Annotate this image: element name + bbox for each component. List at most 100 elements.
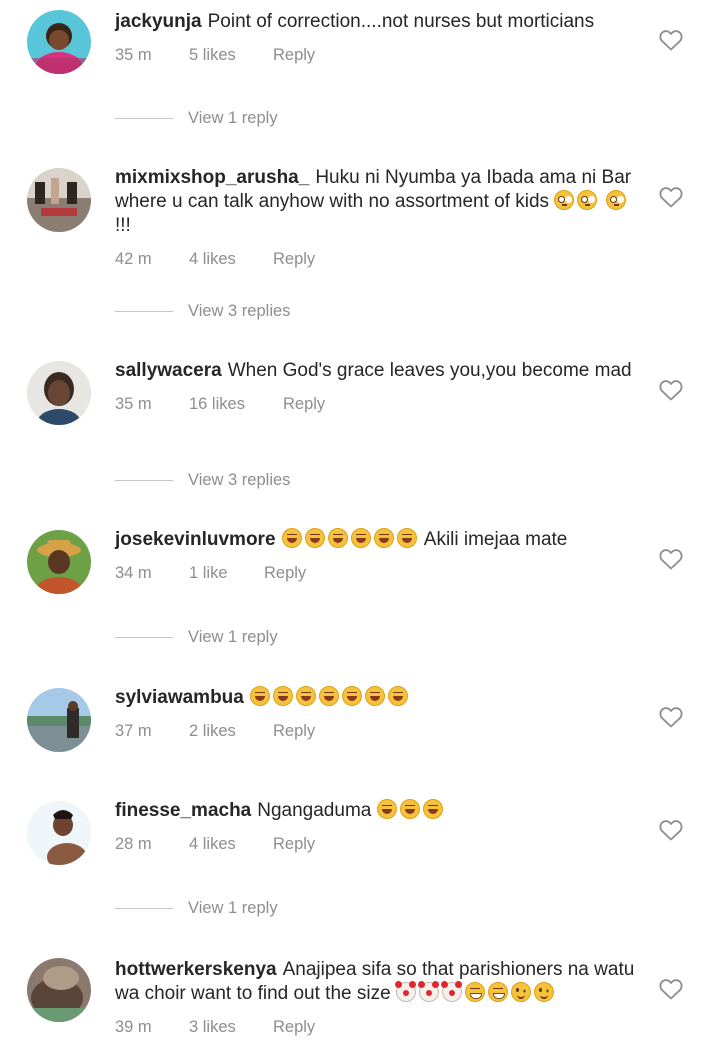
- timestamp: 35 m: [115, 46, 152, 64]
- likes-count[interactable]: 1 like: [189, 564, 264, 583]
- timestamp: 42 m: [115, 250, 152, 268]
- laughing-face-icon: [396, 528, 417, 548]
- comment-content: sylviawambua 37 m 2 likes Reply: [115, 686, 640, 741]
- comment-meta: 39 m 3 likes Reply: [115, 1018, 640, 1037]
- clown-face-icon: [440, 981, 462, 1002]
- divider-line: [115, 637, 173, 638]
- view-replies-button[interactable]: View 1 reply: [115, 109, 278, 128]
- comment-item: jackyunja Point of correction....not nurs…: [0, 6, 720, 136]
- reply-button[interactable]: Reply: [273, 835, 315, 854]
- laughing-face-icon: [304, 528, 325, 548]
- laughing-face-icon: [295, 686, 316, 706]
- grinning-face-icon: [487, 982, 508, 1002]
- timestamp: 34 m: [115, 564, 152, 582]
- reply-button[interactable]: Reply: [273, 250, 315, 269]
- reply-button[interactable]: Reply: [264, 564, 306, 583]
- view-replies-label: View 1 reply: [188, 899, 278, 917]
- reply-button[interactable]: Reply: [273, 722, 315, 741]
- timestamp: 28 m: [115, 835, 152, 853]
- comment-meta: 37 m 2 likes Reply: [115, 722, 640, 741]
- winking-face-icon: [510, 982, 531, 1002]
- timestamp: 39 m: [115, 1018, 152, 1036]
- emoji-suffix: !!!: [115, 215, 131, 236]
- comment-text: Ngangaduma: [257, 800, 372, 821]
- comment-text: Akili imejaa mate: [423, 529, 568, 550]
- heart-outline-icon[interactable]: [659, 978, 683, 1000]
- view-replies-button[interactable]: View 3 replies: [115, 471, 290, 490]
- heart-outline-icon[interactable]: [659, 819, 683, 841]
- comment-meta: 34 m 1 like Reply: [115, 564, 640, 583]
- comment-item: hottwerkerskenya Anajipea sifa so that pa…: [0, 954, 720, 1054]
- username[interactable]: jackyunja: [115, 11, 202, 32]
- comment-meta: 35 m 5 likes Reply: [115, 46, 640, 65]
- clown-face-icon: [394, 981, 416, 1002]
- avatar[interactable]: [27, 361, 91, 425]
- comment-content: jackyunja Point of correction....not nurs…: [115, 10, 640, 65]
- avatar[interactable]: [27, 801, 91, 865]
- likes-count[interactable]: 3 likes: [189, 1018, 273, 1037]
- view-replies-button[interactable]: View 1 reply: [115, 628, 278, 647]
- flushed-face-icon: [577, 190, 598, 210]
- view-replies-label: View 1 reply: [188, 109, 278, 127]
- view-replies-label: View 3 replies: [188, 302, 291, 320]
- heart-outline-icon[interactable]: [659, 548, 683, 570]
- laughing-face-icon: [318, 686, 339, 706]
- username[interactable]: mixmixshop_arusha_: [115, 167, 309, 188]
- laughing-face-icon: [373, 528, 394, 548]
- view-replies-button[interactable]: View 1 reply: [115, 899, 278, 918]
- view-replies-label: View 3 replies: [188, 471, 291, 489]
- reply-button[interactable]: Reply: [273, 1018, 315, 1037]
- flushed-face-icon: [554, 190, 575, 210]
- avatar[interactable]: [27, 688, 91, 752]
- likes-count[interactable]: 4 likes: [189, 250, 273, 269]
- heart-outline-icon[interactable]: [659, 706, 683, 728]
- username[interactable]: sallywacera: [115, 360, 222, 381]
- laughing-face-icon: [249, 686, 270, 706]
- laughing-face-icon: [364, 686, 385, 706]
- heart-outline-icon[interactable]: [659, 29, 683, 51]
- heart-outline-icon[interactable]: [659, 379, 683, 401]
- heart-outline-icon[interactable]: [659, 186, 683, 208]
- winking-face-icon: [533, 982, 554, 1002]
- divider-line: [115, 480, 173, 481]
- comment-text: When God's grace leaves you,you become m…: [227, 360, 632, 381]
- likes-count[interactable]: 2 likes: [189, 722, 273, 741]
- divider-line: [115, 311, 173, 312]
- comment-text: Point of correction....not nurses but mo…: [207, 11, 595, 32]
- laughing-face-icon: [327, 528, 348, 548]
- comment-meta: 28 m 4 likes Reply: [115, 835, 640, 854]
- laughing-face-icon: [399, 799, 420, 819]
- comment-item: mixmixshop_arusha_ Huku ni Nyumba ya Ibad…: [0, 162, 720, 332]
- view-replies-label: View 1 reply: [188, 628, 278, 646]
- likes-count[interactable]: 16 likes: [189, 395, 283, 414]
- likes-count[interactable]: 4 likes: [189, 835, 273, 854]
- flushed-face-icon: [605, 190, 626, 210]
- laughing-face-icon: [387, 686, 408, 706]
- comment-content: finesse_macha Ngangaduma 28 m 4 likes Rep…: [115, 799, 640, 854]
- laughing-face-icon: [341, 686, 362, 706]
- comment-content: mixmixshop_arusha_ Huku ni Nyumba ya Ibad…: [115, 166, 640, 269]
- clown-face-icon: [417, 981, 439, 1002]
- timestamp: 37 m: [115, 722, 152, 740]
- likes-count[interactable]: 5 likes: [189, 46, 273, 65]
- reply-button[interactable]: Reply: [273, 46, 315, 65]
- avatar[interactable]: [27, 168, 91, 232]
- laughing-face-icon: [281, 528, 302, 548]
- avatar[interactable]: [27, 10, 91, 74]
- username[interactable]: sylviawambua: [115, 687, 244, 708]
- reply-button[interactable]: Reply: [283, 395, 325, 414]
- username[interactable]: hottwerkerskenya: [115, 959, 277, 980]
- comment-content: hottwerkerskenya Anajipea sifa so that pa…: [115, 958, 640, 1037]
- comment-item: sylviawambua 37 m 2 likes Reply: [0, 682, 720, 772]
- laughing-face-icon: [422, 799, 443, 819]
- comment-meta: 35 m 16 likes Reply: [115, 395, 640, 414]
- timestamp: 35 m: [115, 395, 152, 413]
- comment-meta: 42 m 4 likes Reply: [115, 250, 640, 269]
- avatar[interactable]: [27, 530, 91, 594]
- view-replies-button[interactable]: View 3 replies: [115, 302, 290, 321]
- username[interactable]: josekevinluvmore: [115, 529, 276, 550]
- divider-line: [115, 908, 173, 909]
- username[interactable]: finesse_macha: [115, 800, 251, 821]
- divider-line: [115, 118, 173, 119]
- avatar[interactable]: [27, 958, 91, 1022]
